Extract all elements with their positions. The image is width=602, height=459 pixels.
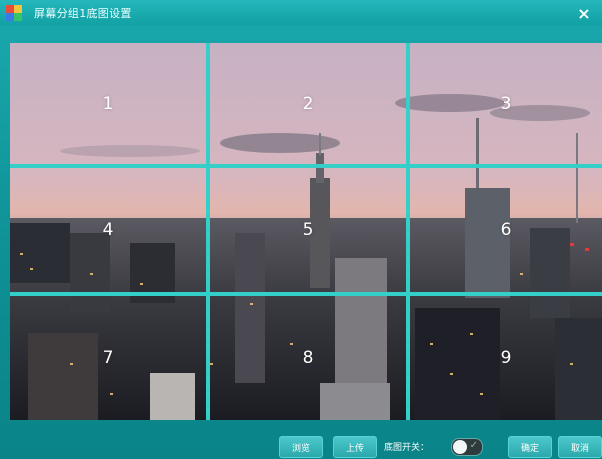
grid-cell-1[interactable]: 1 (10, 43, 206, 164)
grid-cell-5[interactable]: 5 (210, 168, 406, 292)
grid-cell-7[interactable]: 7 (10, 296, 206, 420)
footer-bar: 浏览 上传 底图开关： ✓ 确定 取消 (0, 430, 602, 459)
window-title: 屏幕分组1底图设置 (34, 7, 132, 20)
app-icon (6, 5, 22, 21)
close-button[interactable]: × (574, 3, 594, 23)
background-toggle[interactable]: ✓ (451, 438, 483, 456)
grid-cell-3[interactable]: 3 (410, 43, 602, 164)
grid-line-vertical (206, 43, 210, 420)
background-preview: 1 2 3 4 5 6 7 8 9 (10, 43, 602, 420)
grid-cell-6[interactable]: 6 (410, 168, 602, 292)
grid-line-vertical (406, 43, 410, 420)
browse-button[interactable]: 浏览 (279, 436, 323, 458)
background-switch-label: 底图开关： (384, 443, 430, 453)
grid-line-horizontal (10, 292, 602, 296)
screen-grid: 1 2 3 4 5 6 7 8 9 (10, 43, 602, 420)
close-icon: × (577, 3, 591, 23)
cancel-button[interactable]: 取消 (558, 436, 602, 458)
title-bar[interactable]: 屏幕分组1底图设置 × (0, 0, 602, 26)
toggle-knob (453, 440, 467, 454)
check-icon: ✓ (469, 440, 478, 451)
upload-button[interactable]: 上传 (333, 436, 377, 458)
ok-button[interactable]: 确定 (508, 436, 552, 458)
settings-window: 屏幕分组1底图设置 × 1 2 3 4 5 6 7 8 9 浏览 上传 底图开关… (0, 0, 602, 459)
grid-cell-4[interactable]: 4 (10, 168, 206, 292)
grid-cell-8[interactable]: 8 (210, 296, 406, 420)
grid-cell-2[interactable]: 2 (210, 43, 406, 164)
grid-cell-9[interactable]: 9 (410, 296, 602, 420)
grid-line-horizontal (10, 164, 602, 168)
